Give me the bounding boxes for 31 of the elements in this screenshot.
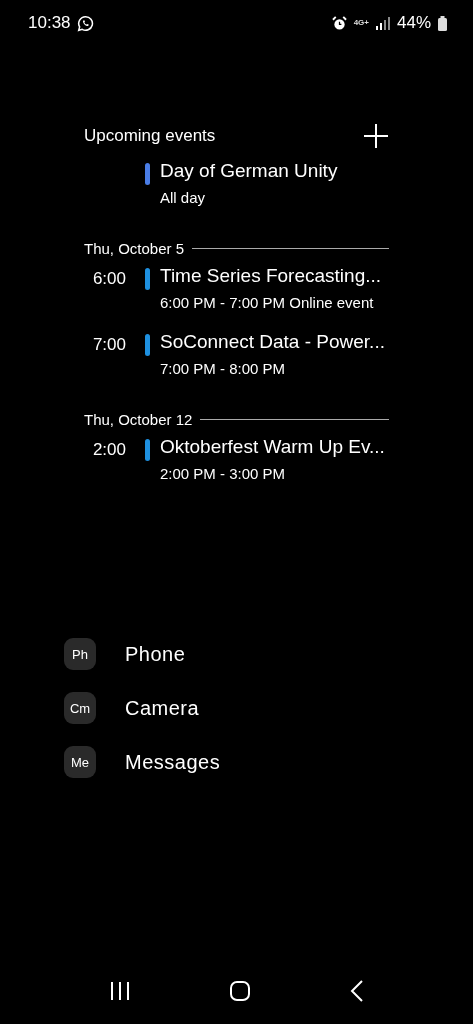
- event-time: 7:00: [92, 335, 126, 354]
- status-time: 10:38: [28, 13, 71, 33]
- chat-icon: [76, 14, 94, 32]
- app-icon[interactable]: Me: [64, 746, 96, 778]
- widget-title: Upcoming events: [84, 126, 216, 146]
- app-name[interactable]: Phone: [125, 642, 186, 666]
- home-icon[interactable]: [229, 980, 252, 1002]
- add-icon[interactable]: [363, 123, 389, 149]
- event-time-range: All day: [160, 189, 207, 206]
- event-time: 6:00: [92, 269, 126, 288]
- alarm-icon: [331, 15, 347, 31]
- app-icon[interactable]: Cm: [64, 692, 96, 724]
- app-name[interactable]: Messages: [125, 750, 221, 774]
- event-title[interactable]: Day of German Unity: [160, 160, 338, 182]
- event-time-range: 6:00 PM - 7:00 PM Online event: [160, 294, 375, 311]
- app-name[interactable]: Camera: [125, 696, 200, 720]
- event-title[interactable]: Oktoberfest Warm Up Ev...: [160, 436, 385, 458]
- back-icon[interactable]: [349, 980, 364, 1002]
- date-header: Thu, October 5: [84, 240, 185, 257]
- event-time-range: 7:00 PM - 8:00 PM: [160, 360, 287, 377]
- date-header: Thu, October 12: [84, 411, 193, 428]
- battery-percent: 44%: [396, 13, 431, 33]
- event-time: 2:00: [92, 440, 126, 459]
- signal-icon: [375, 16, 390, 30]
- battery-icon: [438, 15, 447, 31]
- event-title[interactable]: Time Series Forecasting...: [160, 265, 382, 287]
- event-time-range: 2:00 PM - 3:00 PM: [160, 465, 287, 482]
- app-icon[interactable]: Ph: [64, 638, 96, 670]
- recents-icon[interactable]: [109, 981, 132, 1001]
- event-title[interactable]: SoConnect Data - Power...: [160, 331, 385, 353]
- network-label: 4G+: [353, 19, 369, 27]
